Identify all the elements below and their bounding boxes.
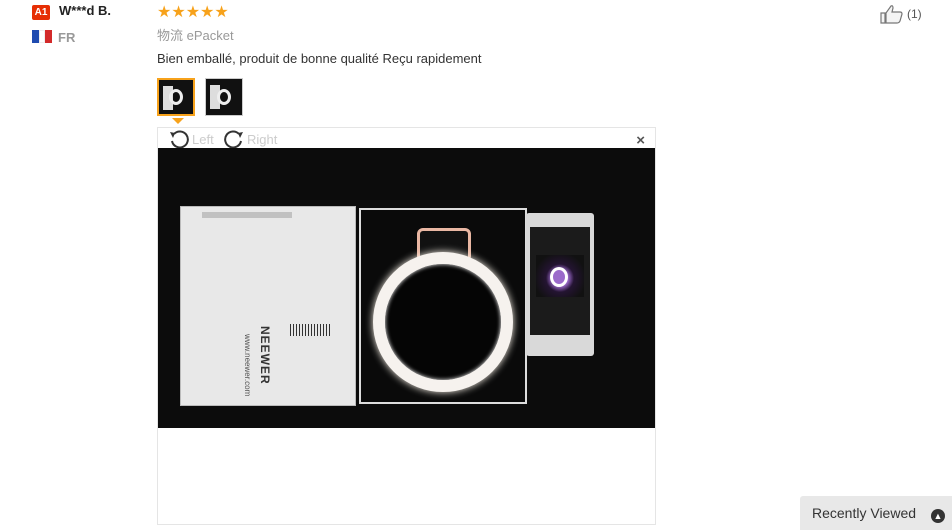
- rotate-right-button[interactable]: Right: [223, 129, 277, 149]
- buyer-level-badge: A1: [32, 5, 50, 20]
- star-rating: ★★★★★: [157, 4, 229, 21]
- box-label-strip: [202, 212, 292, 218]
- recently-viewed-button[interactable]: Recently Viewed ▲: [800, 496, 952, 530]
- rotate-right-label: Right: [247, 131, 278, 147]
- chevron-up-icon: ▲: [931, 509, 945, 523]
- image-viewer: Left Right × NEEWER www.neewer.com: [157, 127, 656, 525]
- selected-thumbnail-caret: [172, 118, 184, 124]
- ring-light-box: [359, 208, 527, 404]
- helpful-button[interactable]: (1): [880, 4, 922, 24]
- phone-screen: [530, 227, 590, 335]
- ring-light: [373, 252, 513, 392]
- review-photo: NEEWER www.neewer.com: [158, 148, 655, 428]
- thumb-ring: [169, 89, 183, 105]
- thumb-ring: [217, 89, 231, 105]
- helpful-count: (1): [907, 7, 922, 21]
- product-box: NEEWER www.neewer.com: [180, 206, 356, 406]
- reviewer-name: W***d B.: [59, 3, 111, 18]
- phone: [526, 213, 594, 356]
- recently-viewed-label: Recently Viewed: [812, 505, 917, 521]
- rotate-left-button[interactable]: Left: [168, 129, 214, 149]
- close-icon[interactable]: ×: [636, 132, 645, 149]
- box-url-text: www.neewer.com: [243, 334, 252, 397]
- review-image-thumbnail-1[interactable]: [157, 78, 195, 116]
- thumbs-up-icon: [880, 5, 903, 24]
- rotate-right-icon: [224, 130, 243, 149]
- phone-ring-image: [550, 267, 568, 287]
- review-image-thumbnail-2[interactable]: [205, 78, 243, 116]
- barcode: [290, 324, 330, 336]
- box-brand-text: NEEWER: [258, 326, 272, 385]
- review-text: Bien emballé, produit de bonne qualité R…: [157, 51, 482, 66]
- rotate-left-icon: [170, 130, 189, 149]
- reviewer-country: FR: [58, 30, 76, 45]
- france-flag-icon: [32, 30, 53, 43]
- rotate-left-label: Left: [192, 131, 214, 147]
- shipping-method: 物流 ePacket: [157, 28, 234, 43]
